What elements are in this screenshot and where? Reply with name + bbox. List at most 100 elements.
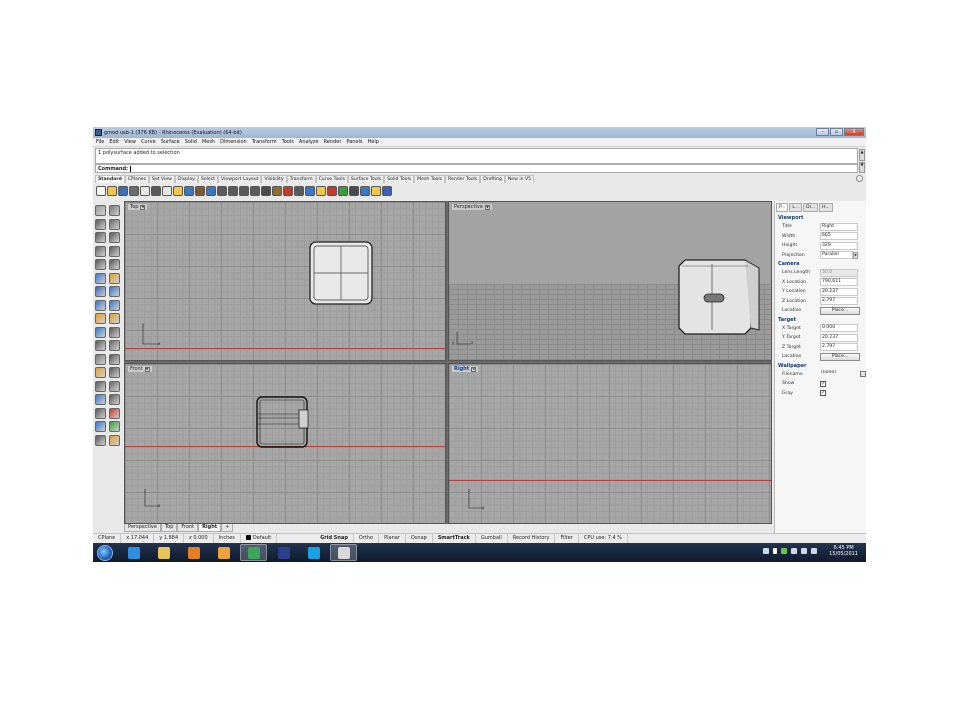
- toggle-filter[interactable]: Filter: [555, 534, 579, 543]
- menu-help[interactable]: Help: [368, 139, 379, 145]
- sphere-icon[interactable]: [349, 185, 359, 196]
- taskbar-clock[interactable]: 6:45 PM 15/05/2011: [829, 545, 858, 557]
- palette-tool-35-icon[interactable]: [95, 434, 106, 446]
- cplane-status[interactable]: CPlane: [93, 534, 122, 543]
- minimize-button[interactable]: –: [816, 128, 829, 136]
- viewtab-front[interactable]: Front: [177, 524, 199, 532]
- close-button[interactable]: X: [844, 128, 864, 136]
- toggle-smarttrack[interactable]: SmartTrack: [433, 534, 476, 543]
- cut-icon[interactable]: [151, 185, 161, 196]
- z-target-field[interactable]: 2.797: [820, 343, 858, 352]
- show-hidden-icon[interactable]: [773, 548, 778, 554]
- taskbar-rhino-button[interactable]: [270, 544, 297, 561]
- four-view-icon[interactable]: [261, 185, 271, 196]
- palette-tool-12-icon[interactable]: [109, 272, 120, 284]
- points-icon[interactable]: [294, 185, 304, 196]
- paste-icon[interactable]: [173, 185, 183, 196]
- panel-tab-properties[interactable]: P...: [776, 203, 789, 212]
- viewport-perspective-label[interactable]: Perspective ▼: [452, 204, 492, 210]
- palette-tool-5-icon[interactable]: [95, 232, 106, 243]
- taskbar-rhino-app-button[interactable]: [330, 544, 357, 561]
- palette-tool-8-icon[interactable]: [109, 245, 120, 257]
- taskbar-chrome-button[interactable]: [240, 544, 267, 561]
- viewport-menu-icon[interactable]: ▼: [484, 204, 490, 210]
- tab-solid-tools[interactable]: Solid Tools: [384, 175, 415, 183]
- palette-tool-11-icon[interactable]: [95, 272, 106, 284]
- toggle-ortho[interactable]: Ortho: [354, 534, 380, 543]
- palette-tool-22-icon[interactable]: [109, 340, 120, 351]
- height-field[interactable]: 329: [820, 241, 858, 250]
- palette-tool-3-icon[interactable]: [95, 218, 106, 230]
- viewport-top[interactable]: y x Top ▼: [124, 201, 446, 361]
- gray-checkbox[interactable]: ✓: [820, 390, 826, 397]
- command-history[interactable]: 1 polysurface added to selection: [95, 148, 858, 164]
- menu-dimension[interactable]: Dimension: [220, 139, 247, 145]
- tab-transform[interactable]: Transform: [286, 175, 316, 183]
- viewtab-right[interactable]: Right: [198, 524, 222, 532]
- palette-tool-34-icon[interactable]: [109, 421, 120, 432]
- viewport-menu-icon[interactable]: ▼: [471, 366, 477, 372]
- palette-tool-20-icon[interactable]: [109, 326, 120, 338]
- scroll-up-icon[interactable]: ▲: [859, 149, 865, 161]
- panel-tab-layers[interactable]: L...: [789, 203, 803, 212]
- palette-tool-29-icon[interactable]: [95, 394, 106, 405]
- palette-tool-32-icon[interactable]: [109, 407, 120, 419]
- menu-file[interactable]: File: [96, 139, 104, 145]
- show-checkbox[interactable]: ✓: [820, 380, 826, 387]
- tab-curve-tools[interactable]: Curve Tools: [315, 175, 348, 183]
- toggle-gumball[interactable]: Gumball: [476, 534, 508, 543]
- start-button[interactable]: [97, 544, 113, 561]
- taskbar-skype-button[interactable]: [300, 544, 327, 561]
- toggle-planar[interactable]: Planar: [379, 534, 406, 543]
- scroll-down-icon[interactable]: ▼: [859, 161, 865, 173]
- taskbar-sun-app-button[interactable]: [210, 544, 237, 561]
- y-target-field[interactable]: 20.237: [820, 333, 858, 342]
- palette-tool-33-icon[interactable]: [95, 421, 106, 432]
- menu-edit[interactable]: Edit: [109, 139, 119, 145]
- browse-button[interactable]: ...: [860, 371, 866, 378]
- palette-tool-19-icon[interactable]: [95, 326, 106, 338]
- palette-tool-14-icon[interactable]: [109, 286, 120, 297]
- select-icon[interactable]: [283, 185, 293, 196]
- panel-tab-help[interactable]: H...: [819, 203, 833, 212]
- tab-mesh-tools[interactable]: Mesh Tools: [414, 175, 446, 183]
- tab-render-tools[interactable]: Render Tools: [445, 175, 481, 183]
- menu-mesh[interactable]: Mesh: [202, 139, 215, 145]
- tab-display[interactable]: Display: [174, 175, 198, 183]
- title-field[interactable]: Right: [820, 222, 858, 231]
- camera-place-button[interactable]: Place...: [820, 306, 860, 315]
- palette-tool-16-icon[interactable]: [109, 299, 120, 311]
- network-icon[interactable]: [781, 548, 788, 554]
- toolbar-options-icon[interactable]: [856, 175, 863, 182]
- palette-tool-10-icon[interactable]: [109, 259, 120, 270]
- open-file-icon[interactable]: [107, 185, 117, 196]
- palette-tool-25-icon[interactable]: [95, 367, 106, 378]
- tab-surface-tools[interactable]: Surface Tools: [347, 175, 385, 183]
- viewport-menu-icon[interactable]: ▼: [140, 204, 146, 210]
- volume-icon[interactable]: [811, 548, 818, 554]
- menu-panels[interactable]: Panels: [346, 139, 362, 145]
- zoom-selected-icon[interactable]: [250, 185, 260, 196]
- palette-tool-21-icon[interactable]: [95, 340, 106, 351]
- palette-tool-15-icon[interactable]: [95, 299, 106, 311]
- save-icon[interactable]: [118, 185, 128, 196]
- palette-tool-2-icon[interactable]: [109, 205, 120, 216]
- tab-drafting[interactable]: Drafting: [480, 175, 505, 183]
- grid-icon[interactable]: [272, 185, 282, 196]
- zoom-extents-icon[interactable]: [239, 185, 249, 196]
- menu-render[interactable]: Render: [324, 139, 342, 145]
- zoom-window-icon[interactable]: [228, 185, 238, 196]
- toggle-record-history[interactable]: Record History: [508, 534, 556, 543]
- zoom-icon[interactable]: [217, 185, 227, 196]
- palette-tool-6-icon[interactable]: [109, 232, 120, 243]
- taskbar-media-player-button[interactable]: [180, 544, 207, 561]
- copy-icon[interactable]: [162, 185, 172, 196]
- viewport-menu-icon[interactable]: ▼: [144, 366, 150, 372]
- units-status[interactable]: Inches: [214, 534, 241, 543]
- width-field[interactable]: 665: [820, 232, 858, 241]
- tab-viewport-layout[interactable]: Viewport Layout: [218, 175, 262, 183]
- taskbar-file-explorer-button[interactable]: [150, 544, 177, 561]
- viewtab-perspective[interactable]: Perspective: [124, 524, 161, 532]
- viewtab-top[interactable]: Top: [160, 524, 178, 532]
- menu-surface[interactable]: Surface: [161, 139, 180, 145]
